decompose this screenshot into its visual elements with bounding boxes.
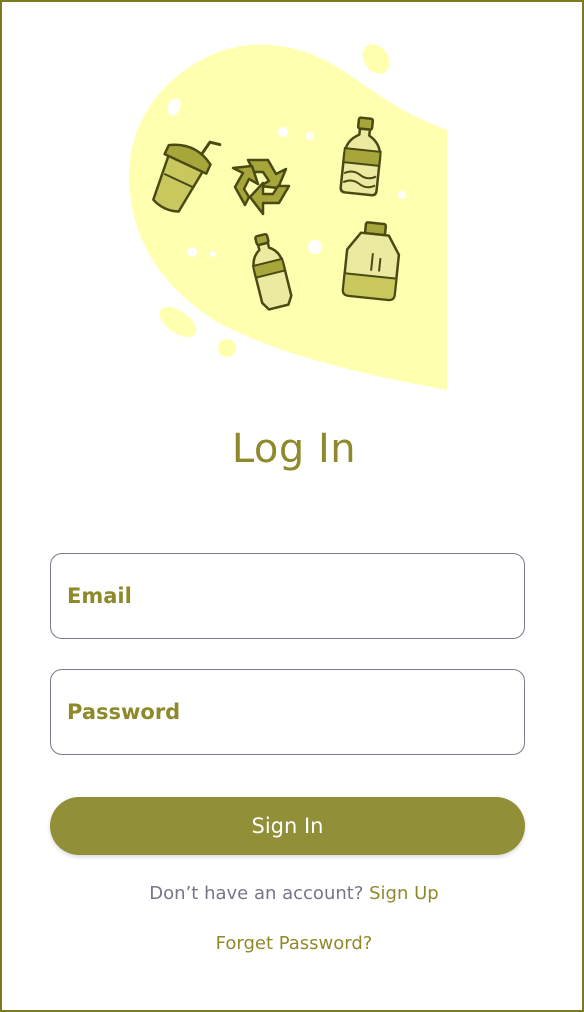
password-input[interactable] [51,670,524,754]
bubble [306,132,314,140]
page-title: Log In [231,426,357,472]
signup-prompt-text: Don’t have an account? [149,883,364,904]
sign-in-button[interactable]: Sign In [50,797,525,855]
hero-blob [128,44,447,390]
forgot-password-link[interactable]: Forget Password? [2,933,584,954]
bubble [278,127,288,137]
signup-prompt-line: Don’t have an account? Sign Up [2,883,584,904]
splash-shape [218,339,236,357]
email-field[interactable] [50,553,525,639]
app-frame: Log In Sign In Don’t have an account? Si… [0,0,584,1012]
bubble [398,191,406,199]
email-input[interactable] [51,554,524,638]
bubble [187,247,197,257]
sign-up-link[interactable]: Sign Up [369,883,439,904]
splash-shape [159,306,197,338]
password-field[interactable] [50,669,525,755]
bubble [308,240,322,254]
hero-illustration [128,44,447,390]
bubble [210,251,216,257]
splash-shape [362,44,390,74]
